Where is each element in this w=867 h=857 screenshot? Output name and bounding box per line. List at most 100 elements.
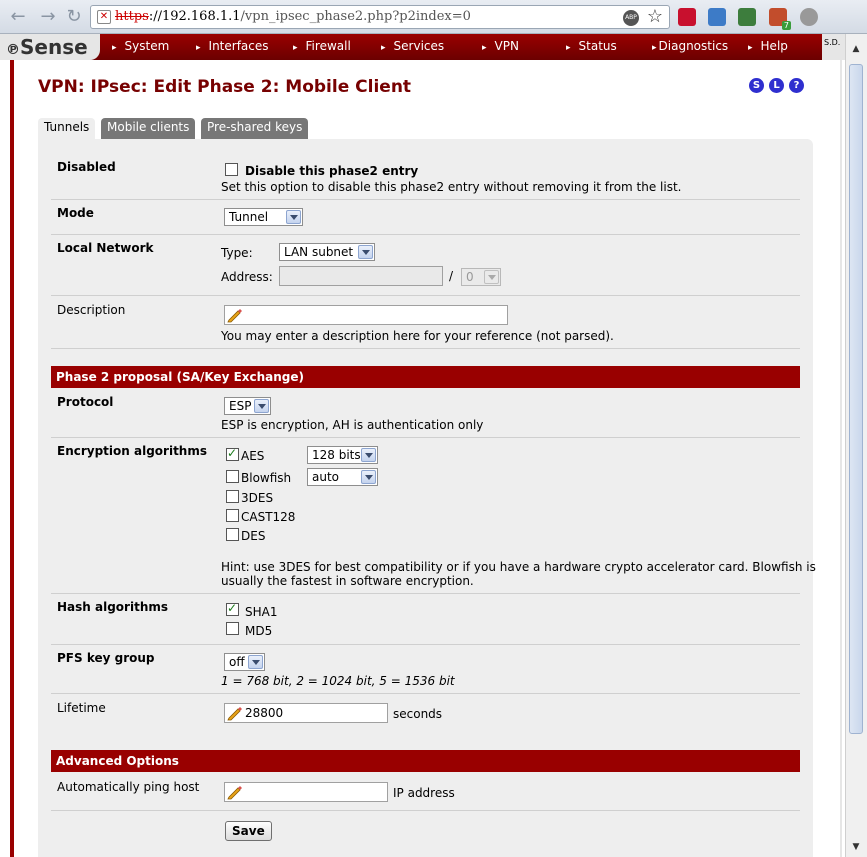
chevron-down-icon [254, 399, 269, 413]
main-menu-bar: ℗Sense ▸ System ▸ Interfaces ▸ Firewall ▸ Se… [0, 34, 845, 60]
pfsense-logo[interactable]: ℗Sense [0, 34, 100, 60]
local-network-address-input[interactable] [279, 266, 443, 286]
evernote-extension-icon[interactable] [738, 8, 756, 26]
des-label: DES [241, 529, 266, 543]
chevron-down-icon [484, 270, 499, 284]
bookmark-star-icon[interactable]: ☆ [647, 6, 663, 28]
description-label: Description [57, 303, 126, 317]
scroll-down-icon[interactable]: ▼ [849, 842, 863, 856]
pfs-hint: 1 = 768 bit, 2 = 1024 bit, 5 = 1536 bit [221, 674, 455, 688]
protocol-label: Protocol [57, 395, 114, 409]
forward-icon[interactable]: → [38, 7, 58, 27]
md5-checkbox[interactable] [226, 622, 239, 635]
log-icon[interactable]: L [769, 78, 784, 93]
mode-select[interactable]: Tunnel [224, 208, 303, 226]
divider [51, 295, 800, 296]
description-input[interactable] [224, 305, 508, 325]
vertical-scrollbar[interactable]: ▲ ▼ [845, 34, 867, 857]
local-network-mask-select[interactable]: 0 [461, 268, 501, 286]
3des-label: 3DES [241, 491, 274, 505]
blowfish-label: Blowfish [241, 471, 292, 485]
chevron-down-icon [248, 655, 263, 669]
ssl-warning-icon[interactable]: ✕ [97, 10, 111, 24]
menu-vpn[interactable]: ▸ VPN [482, 34, 519, 60]
lifetime-input[interactable]: 28800 [224, 703, 388, 723]
blowfish-keylen-select[interactable]: auto [307, 468, 378, 486]
pencil-icon [227, 786, 242, 800]
mask-separator: / [449, 269, 454, 283]
chevron-down-icon [286, 210, 301, 224]
des-checkbox[interactable] [226, 528, 239, 541]
wrench-settings-icon[interactable] [800, 8, 818, 26]
lifetime-unit: seconds [393, 707, 443, 721]
url-path: /vpn_ipsec_phase2.php?p2index=0 [240, 9, 471, 24]
menu-firewall[interactable]: ▸ Firewall [293, 34, 351, 60]
disabled-hint: Set this option to disable this phase2 e… [221, 180, 682, 194]
menu-arrow-icon: ▸ [112, 43, 117, 53]
menu-help[interactable]: ▸ Help [748, 34, 788, 60]
menu-arrow-icon: ▸ [482, 43, 487, 53]
status-icon[interactable]: S [749, 78, 764, 93]
mode-label: Mode [57, 206, 94, 220]
pfs-key-group-label: PFS key group [57, 651, 155, 665]
sha1-label: SHA1 [245, 605, 278, 619]
url-host: ://192.168.1.1 [148, 9, 241, 24]
address-bar[interactable]: ✕ https://192.168.1.1/vpn_ipsec_phase2.ph… [90, 5, 670, 29]
chevron-down-icon [361, 470, 376, 484]
menu-system[interactable]: ▸ System [112, 34, 169, 60]
save-button[interactable]: Save [225, 821, 272, 841]
reload-icon[interactable]: ↻ [64, 7, 84, 27]
tab-pre-shared-keys[interactable]: Pre-shared keys [201, 118, 309, 139]
blowfish-checkbox[interactable] [226, 470, 239, 483]
pencil-icon [227, 309, 242, 323]
aes-checkbox[interactable] [226, 446, 239, 461]
help-icons: S L? [749, 77, 809, 93]
address-label: Address: [221, 270, 273, 284]
menu-status[interactable]: ▸ Status [566, 34, 617, 60]
pencil-icon [227, 707, 242, 721]
help-icon[interactable]: ? [789, 78, 804, 93]
logo-mark: ℗ [6, 42, 20, 58]
ping-host-unit: IP address [393, 786, 455, 800]
tab-tunnels[interactable]: Tunnels [38, 118, 96, 139]
divider [51, 437, 800, 438]
menu-interfaces[interactable]: ▸ Interfaces [196, 34, 269, 60]
divider [51, 593, 800, 594]
logo-text: Sense [20, 35, 88, 59]
back-icon[interactable]: ← [8, 7, 28, 27]
advanced-options-header: Advanced Options [51, 750, 800, 772]
ie-tab-extension-icon[interactable] [708, 8, 726, 26]
aes-label: AES [241, 449, 265, 463]
adblock-icon[interactable]: ABP [623, 10, 639, 26]
encryption-algorithms-label: Encryption algorithms [57, 444, 207, 458]
divider [51, 348, 800, 349]
page-title: VPN: IPsec: Edit Phase 2: Mobile Client [38, 77, 412, 97]
menu-services[interactable]: ▸ Services [381, 34, 444, 60]
sha1-checkbox[interactable] [226, 601, 239, 616]
divider [51, 810, 800, 811]
divider [51, 693, 800, 694]
local-network-label: Local Network [57, 241, 154, 255]
protocol-select[interactable]: ESP [224, 397, 271, 415]
aes-keylen-select[interactable]: 128 bits [307, 446, 378, 464]
menu-arrow-icon: ▸ [748, 43, 753, 53]
tab-mobile-clients[interactable]: Mobile clients [101, 118, 196, 139]
dictionary-extension-icon[interactable] [678, 8, 696, 26]
cast128-checkbox[interactable] [226, 509, 239, 522]
mail-extension-icon[interactable]: 7 [769, 8, 791, 30]
disabled-label: Disabled [57, 160, 116, 174]
menu-arrow-icon: ▸ [196, 43, 201, 53]
phase2-proposal-header: Phase 2 proposal (SA/Key Exchange) [51, 366, 800, 388]
menu-arrow-icon: ▸ [381, 43, 386, 53]
scrollbar-thumb[interactable] [849, 64, 863, 734]
pfs-key-group-select[interactable]: off [224, 653, 265, 671]
divider [51, 199, 800, 200]
scroll-up-icon[interactable]: ▲ [849, 44, 863, 58]
local-network-type-select[interactable]: LAN subnet [279, 243, 375, 261]
disable-phase2-checkbox[interactable] [225, 163, 238, 176]
divider [51, 234, 800, 235]
ping-host-input[interactable] [224, 782, 388, 802]
cast128-label: CAST128 [241, 510, 296, 524]
menu-diagnostics[interactable]: ▸ Diagnostics [652, 34, 728, 60]
3des-checkbox[interactable] [226, 490, 239, 503]
